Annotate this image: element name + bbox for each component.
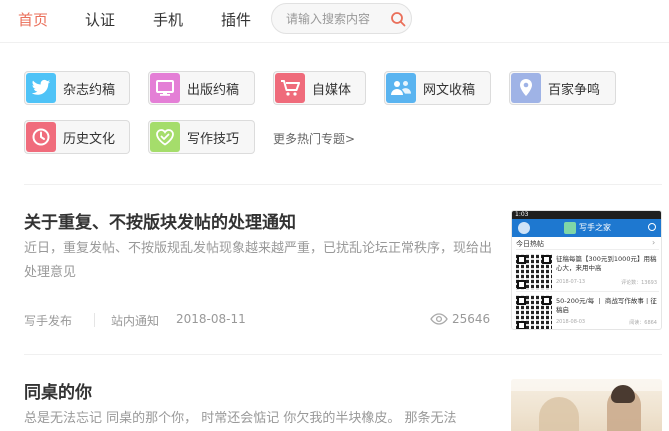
clock-icon <box>26 122 56 152</box>
search-box <box>271 3 412 34</box>
nav-item-mobile[interactable]: 手机 <box>153 9 183 30</box>
chevron-right-icon: › <box>652 238 656 247</box>
check-heart-icon <box>150 122 180 152</box>
section-divider <box>24 184 662 185</box>
topic-label: 出版约稿 <box>187 83 240 98</box>
monitor-icon <box>150 73 180 103</box>
list-item-text: 50-200元/每 丨 商战写作故事丨征稿启 <box>556 297 657 314</box>
topic-chip-magazine[interactable]: 杂志约稿 <box>24 71 130 105</box>
list-item-date: 2018-08-03 <box>556 319 586 325</box>
article-abstract: 近日，重复发帖、不按版规乱发帖现象越来越严重，已扰乱论坛正常秩序，现给出处理意见 <box>24 241 493 280</box>
illustration-figure <box>539 397 579 431</box>
phone-status-bar: 1:03 <box>512 211 661 219</box>
section-title: 今日热帖 <box>516 240 544 248</box>
qr-code-image <box>516 254 552 290</box>
app-title: 写手之家 <box>579 223 611 232</box>
nav-divider <box>0 42 669 43</box>
search-input[interactable] <box>286 10 386 28</box>
topic-label: 杂志约稿 <box>63 83 116 98</box>
topic-chip-history[interactable]: 历史文化 <box>24 120 130 154</box>
topic-chip-publishing[interactable]: 出版约稿 <box>148 71 255 105</box>
topic-label: 自媒体 <box>312 83 352 98</box>
article-author[interactable]: 写手发布 <box>24 312 72 329</box>
avatar <box>518 222 530 234</box>
list-item-date: 2018-07-13 <box>556 279 586 285</box>
search-icon <box>648 223 656 231</box>
status-time: 1:03 <box>515 211 529 218</box>
article-title[interactable]: 同桌的你 <box>24 378 92 403</box>
illustration-highlight <box>511 379 662 391</box>
divider <box>516 291 659 292</box>
view-count: 25646 <box>452 312 491 326</box>
article-thumbnail[interactable]: 1:03 写手之家 今日热帖 › 征稿每篇【300元到1000元】用稿心大，来用… <box>511 210 662 330</box>
topic-chip-discussion[interactable]: 百家争鸣 <box>509 71 616 105</box>
nav-item-home[interactable]: 首页 <box>18 9 48 30</box>
article-divider <box>24 354 662 355</box>
app-logo-icon <box>564 222 576 234</box>
nav-item-plugins[interactable]: 插件 <box>221 9 251 30</box>
phone-app-header: 写手之家 <box>512 219 661 237</box>
article-thumbnail[interactable] <box>511 379 662 431</box>
topic-label: 写作技巧 <box>187 132 240 147</box>
illustration-figure-hair <box>611 385 635 403</box>
list-item-count: 阅读：6864 <box>629 320 657 326</box>
search-icon[interactable] <box>390 11 406 27</box>
article-date: 2018-08-11 <box>176 312 246 326</box>
nav-item-certification[interactable]: 认证 <box>85 9 115 30</box>
article-views: 25646 <box>430 312 490 326</box>
location-pin-icon <box>511 73 541 103</box>
more-topics-link[interactable]: 更多热门专题> <box>273 130 355 147</box>
article-category[interactable]: 站内通知 <box>111 312 159 329</box>
topic-chip-web-novel[interactable]: 网文收稿 <box>384 71 491 105</box>
meta-separator <box>94 313 95 327</box>
article-abstract: 总是无法忘记 同桌的那个你， 时常还会惦记 你欠我的半块橡皮。 那条无法 <box>24 411 457 426</box>
top-nav: 首页 认证 手机 插件 <box>0 0 669 40</box>
article-meta: 写手发布 站内通知 2018-08-11 25646 <box>24 312 494 330</box>
cart-icon <box>275 73 305 103</box>
twitter-bird-icon <box>26 73 56 103</box>
people-icon <box>386 73 416 103</box>
topic-label: 百家争鸣 <box>548 83 601 98</box>
list-item-count: 评论数：13693 <box>621 280 657 286</box>
article-title[interactable]: 关于重复、不按版块发帖的处理通知 <box>24 208 296 233</box>
topic-chip-self-media[interactable]: 自媒体 <box>273 71 366 105</box>
topic-chip-writing-tips[interactable]: 写作技巧 <box>148 120 255 154</box>
list-item-text: 征稿每篇【300元到1000元】用稿心大，来用中高 <box>556 255 657 272</box>
topic-label: 历史文化 <box>63 132 116 147</box>
qr-code-image <box>516 295 552 329</box>
divider <box>516 249 659 250</box>
topic-label: 网文收稿 <box>423 83 476 98</box>
eye-icon <box>430 313 448 325</box>
